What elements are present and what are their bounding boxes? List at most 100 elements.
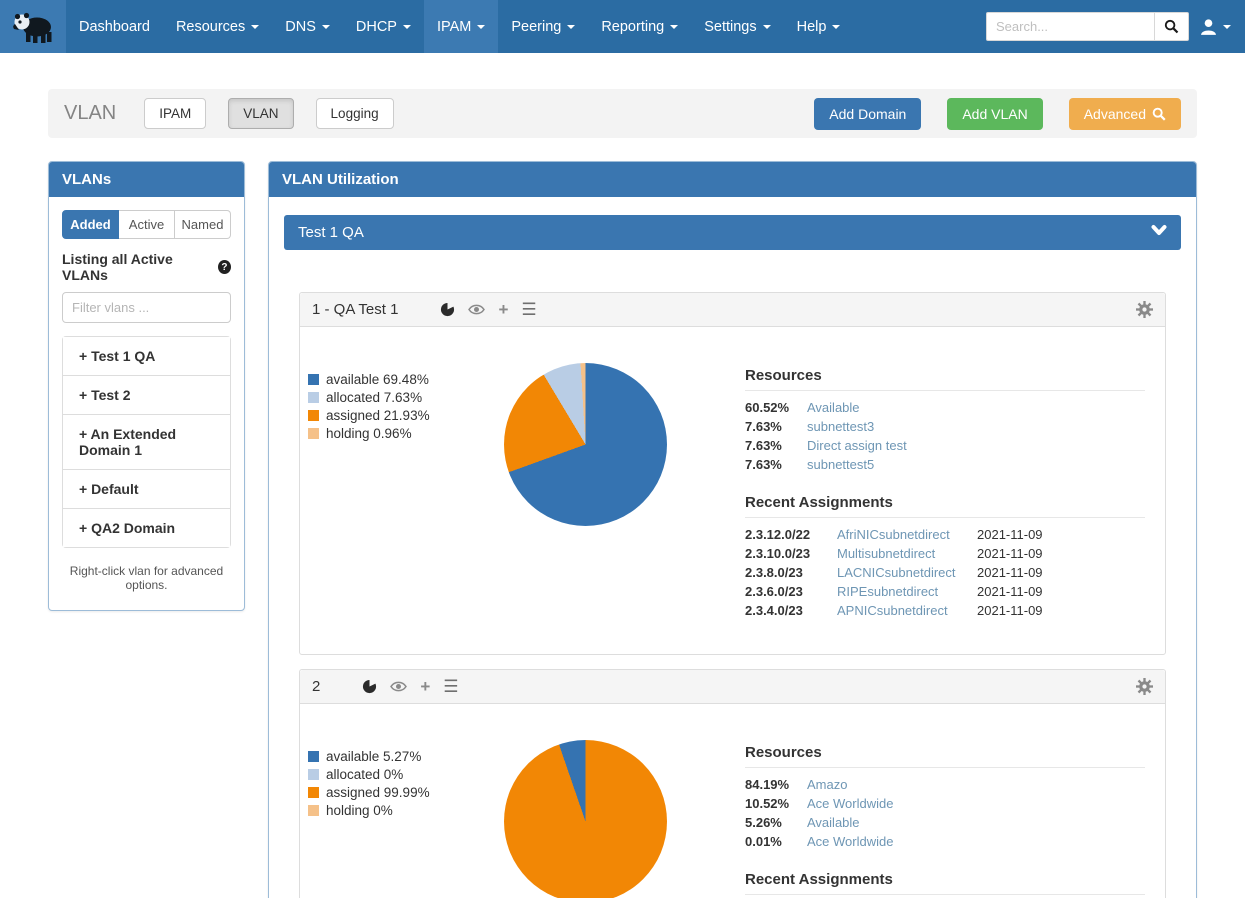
tab-added[interactable]: Added — [62, 210, 119, 239]
search-icon — [1152, 107, 1166, 121]
nav-item-settings[interactable]: Settings — [691, 0, 783, 53]
resource-link[interactable]: subnettest3 — [807, 419, 1145, 434]
vlan-block-tools: + ☰ — [362, 679, 458, 694]
nav-item-help[interactable]: Help — [784, 0, 854, 53]
plus-icon[interactable]: + — [498, 303, 508, 317]
legend-item: holding 0.96% — [308, 426, 504, 441]
nav-item-dhcp[interactable]: DHCP — [343, 0, 424, 53]
tab-logging[interactable]: Logging — [316, 98, 394, 129]
pie-legend: available 69.48% allocated 7.63% assigne… — [308, 367, 504, 622]
tab-ipam[interactable]: IPAM — [144, 98, 206, 129]
nav-item-resources[interactable]: Resources — [163, 0, 272, 53]
filter-vlans-input[interactable] — [62, 292, 231, 323]
nav-item-reporting[interactable]: Reporting — [588, 0, 691, 53]
legend-item: available 69.48% — [308, 372, 504, 387]
eye-icon[interactable] — [468, 303, 485, 316]
app-logo[interactable] — [0, 0, 66, 53]
hamburger-menu-icon[interactable]: ☰ — [443, 680, 458, 694]
legend-swatch — [308, 751, 319, 762]
global-search — [986, 12, 1189, 41]
top-nav: Dashboard Resources DNS DHCP IPAM Peerin… — [0, 0, 1245, 53]
resource-row: 7.63%Direct assign test — [745, 438, 1145, 453]
vlan-list-item[interactable]: + An Extended Domain 1 — [63, 415, 230, 470]
resource-link[interactable]: Ace Worldwide — [807, 796, 1145, 811]
legend-item: assigned 21.93% — [308, 408, 504, 423]
header-actions: Add Domain Add VLAN Advanced — [814, 98, 1181, 130]
vlan-list-item[interactable]: + Test 2 — [63, 376, 230, 415]
pie-chart-icon[interactable] — [362, 679, 377, 694]
gear-icon[interactable] — [1136, 301, 1153, 318]
vlan-list: + Test 1 QA + Test 2 + An Extended Domai… — [62, 336, 231, 548]
nav-item-dns[interactable]: DNS — [272, 0, 343, 53]
nav-item-peering[interactable]: Peering — [498, 0, 588, 53]
add-vlan-button[interactable]: Add VLAN — [947, 98, 1042, 130]
user-icon — [1199, 18, 1218, 36]
add-domain-button[interactable]: Add Domain — [814, 98, 921, 130]
caret-down-icon — [567, 25, 575, 29]
vlan-block-title: 2 — [312, 678, 320, 695]
assignment-link[interactable]: AfriNICsubnetdirect — [837, 527, 969, 542]
caret-down-icon — [403, 25, 411, 29]
plus-icon[interactable]: + — [420, 680, 430, 694]
sidebar-note: Right-click vlan for advanced options. — [62, 564, 231, 592]
advanced-button[interactable]: Advanced — [1069, 98, 1181, 130]
assignment-link[interactable]: Multisubnetdirect — [837, 546, 969, 561]
caret-down-icon — [1223, 25, 1231, 29]
gear-icon[interactable] — [1136, 678, 1153, 695]
chevron-down-icon[interactable] — [1151, 224, 1167, 241]
vlans-panel: VLANs Added Active Named Listing all Act… — [48, 161, 245, 611]
legend-swatch — [308, 374, 319, 385]
vlan-list-item[interactable]: + QA2 Domain — [63, 509, 230, 547]
caret-down-icon — [477, 25, 485, 29]
resource-row: 0.01%Ace Worldwide — [745, 834, 1145, 849]
assignment-link[interactable]: APNICsubnetdirect — [837, 603, 969, 618]
hamburger-menu-icon[interactable]: ☰ — [521, 303, 536, 317]
resources-heading: Resources — [745, 367, 1145, 391]
vlan-block-tools: + ☰ — [440, 302, 536, 317]
caret-down-icon — [251, 25, 259, 29]
vlan-block-1: 1 - QA Test 1 + ☰ — [299, 292, 1166, 655]
assignment-row: 2.3.4.0/23APNICsubnetdirect2021-11-09 — [745, 603, 1145, 618]
tab-named[interactable]: Named — [175, 210, 231, 239]
vlan-block-1-header: 1 - QA Test 1 + ☰ — [300, 293, 1165, 327]
legend-item: allocated 0% — [308, 767, 504, 782]
legend-swatch — [308, 769, 319, 780]
resource-link[interactable]: Ace Worldwide — [807, 834, 1145, 849]
tab-active[interactable]: Active — [119, 210, 175, 239]
resource-row: 10.52%Ace Worldwide — [745, 796, 1145, 811]
resource-link[interactable]: subnettest5 — [807, 457, 1145, 472]
legend-swatch — [308, 787, 319, 798]
eye-icon[interactable] — [390, 680, 407, 693]
group-bar-test1qa[interactable]: Test 1 QA — [284, 215, 1181, 250]
search-input[interactable] — [986, 12, 1154, 41]
resource-row: 60.52%Available — [745, 400, 1145, 415]
assignment-row: 2.3.10.0/23Multisubnetdirect2021-11-09 — [745, 546, 1145, 561]
vlan-list-item[interactable]: + Default — [63, 470, 230, 509]
vlan-filter-tabs: Added Active Named — [62, 210, 231, 239]
assignment-link[interactable]: LACNICsubnetdirect — [837, 565, 969, 580]
recent-assignments-heading: Recent Assignments — [745, 494, 1145, 518]
tab-vlan[interactable]: VLAN — [228, 98, 293, 129]
pie-chart-icon[interactable] — [440, 302, 455, 317]
page-header: VLAN IPAM VLAN Logging Add Domain Add VL… — [48, 89, 1197, 138]
nav-item-dashboard[interactable]: Dashboard — [66, 0, 163, 53]
resource-link[interactable]: Available — [807, 400, 1145, 415]
caret-down-icon — [670, 25, 678, 29]
caret-down-icon — [832, 25, 840, 29]
utilization-pie-chart — [504, 363, 667, 526]
vlan-block-2: 2 + ☰ — [299, 669, 1166, 898]
search-button[interactable] — [1154, 12, 1189, 41]
resource-row: 84.19%Amazo — [745, 777, 1145, 792]
help-icon[interactable]: ? — [218, 260, 231, 274]
listing-label: Listing all Active VLANs ? — [62, 251, 231, 283]
nav-item-ipam[interactable]: IPAM — [424, 0, 498, 53]
assignment-link[interactable]: RIPEsubnetdirect — [837, 584, 969, 599]
resource-link[interactable]: Available — [807, 815, 1145, 830]
resource-link[interactable]: Direct assign test — [807, 438, 1145, 453]
resource-link[interactable]: Amazo — [807, 777, 1145, 792]
vlan-list-item[interactable]: + Test 1 QA — [63, 337, 230, 376]
panda-logo-icon — [11, 9, 55, 45]
user-menu[interactable] — [1199, 18, 1231, 36]
assignment-row: 2.3.12.0/22AfriNICsubnetdirect2021-11-09 — [745, 527, 1145, 542]
legend-swatch — [308, 392, 319, 403]
